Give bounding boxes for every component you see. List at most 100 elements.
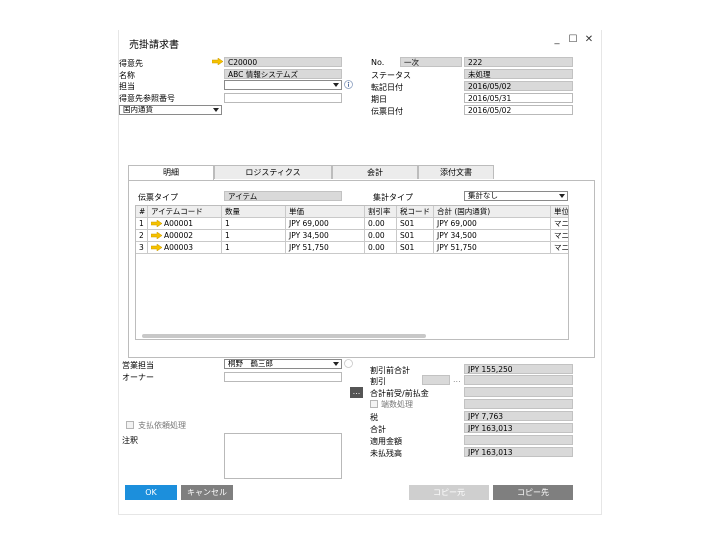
tab-attachments[interactable]: 添付文書 [418, 165, 494, 179]
down-payment-button[interactable]: ... [350, 387, 363, 398]
payment-request-checkbox[interactable] [126, 421, 134, 429]
discount-label: 割引 [370, 377, 386, 386]
discount-amount-field[interactable] [464, 375, 573, 385]
ref-label: 得意先参照番号 [119, 94, 175, 103]
contact-dropdown[interactable] [224, 80, 342, 90]
summary-type-value: 集計なし [468, 191, 498, 200]
minimize-icon[interactable]: _ [551, 34, 563, 45]
unit-price-cell[interactable]: JPY 69,000 [286, 218, 365, 230]
grid-header-uom[interactable]: 単位 [551, 206, 568, 218]
horizontal-scrollbar[interactable] [142, 334, 426, 338]
status-field[interactable]: 未処理 [464, 69, 573, 79]
chevron-down-icon [559, 194, 565, 198]
remarks-textarea[interactable] [224, 433, 342, 479]
item-code-text: A00002 [164, 231, 193, 240]
item-code-cell[interactable]: A00003 [148, 242, 222, 254]
tab-logistics[interactable]: ロジスティクス [214, 165, 332, 179]
items-grid: # アイテムコード 数量 単価 割引率 税コード 合計 (国内通貨) 単位 1 … [135, 205, 569, 340]
grid-header-total[interactable]: 合計 (国内通貨) [434, 206, 551, 218]
owner-field[interactable] [224, 372, 342, 382]
row-index[interactable]: 3 [136, 242, 148, 254]
doc-number-field[interactable]: 222 [464, 57, 573, 67]
name-field[interactable]: ABC 情報システムズ [224, 69, 342, 79]
ok-button[interactable]: OK [125, 485, 177, 500]
close-icon[interactable]: ✕ [583, 34, 595, 45]
unit-price-cell[interactable]: JPY 51,750 [286, 242, 365, 254]
ref-field[interactable] [224, 93, 342, 103]
grid-header-item-code[interactable]: アイテムコード [148, 206, 222, 218]
posting-date-field[interactable]: 2016/05/02 [464, 81, 573, 91]
currency-value: 国内通貨 [123, 105, 153, 114]
row-index[interactable]: 2 [136, 230, 148, 242]
item-code-cell[interactable]: A00001 [148, 218, 222, 230]
copy-to-button[interactable]: コピー先 [493, 485, 573, 500]
doc-date-label: 伝票日付 [371, 107, 403, 116]
chevron-down-icon [213, 108, 219, 112]
name-label: 名称 [119, 71, 135, 80]
link-arrow-icon[interactable] [151, 244, 162, 251]
total-before-discount-field[interactable]: JPY 155,250 [464, 364, 573, 374]
item-code-cell[interactable]: A00002 [148, 230, 222, 242]
due-date-label: 期日 [371, 95, 387, 104]
total-field[interactable]: JPY 163,013 [464, 423, 573, 433]
grid-header-tax-code[interactable]: 税コード [397, 206, 434, 218]
rounding-checkbox[interactable] [370, 400, 378, 408]
total-cell[interactable]: JPY 69,000 [434, 218, 551, 230]
cancel-button[interactable]: キャンセル [181, 485, 233, 500]
series-field[interactable]: 一次 [400, 57, 462, 67]
discount-percent-field[interactable] [422, 375, 450, 385]
tab-contents[interactable]: 明細 [128, 165, 214, 180]
total-label: 合計 [370, 425, 386, 434]
remarks-label: 注釈 [122, 436, 138, 445]
posting-date-label: 転記日付 [371, 83, 403, 92]
contact-label: 担当 [119, 82, 135, 91]
discount-cell[interactable]: 0.00 [365, 230, 397, 242]
chevron-down-icon [333, 83, 339, 87]
grid-header-quantity[interactable]: 数量 [222, 206, 286, 218]
applied-amount-field[interactable] [464, 435, 573, 445]
uom-cell[interactable]: マニ [551, 218, 568, 230]
info-icon[interactable] [344, 80, 353, 89]
discount-cell[interactable]: 0.00 [365, 242, 397, 254]
uom-cell[interactable]: マニ [551, 242, 568, 254]
owner-label: オーナー [122, 373, 154, 382]
rounding-field[interactable] [464, 399, 573, 409]
tab-bar: 明細 ロジスティクス 会計 添付文書 [128, 165, 595, 181]
doc-type-field[interactable]: アイテム [224, 191, 342, 201]
quantity-cell[interactable]: 1 [222, 218, 286, 230]
quantity-cell[interactable]: 1 [222, 242, 286, 254]
tax-code-cell[interactable]: S01 [397, 218, 434, 230]
currency-dropdown[interactable]: 国内通貨 [119, 105, 222, 115]
grid-header-index[interactable]: # [136, 206, 148, 218]
total-cell[interactable]: JPY 34,500 [434, 230, 551, 242]
grid-header-unit-price[interactable]: 単価 [286, 206, 365, 218]
sales-employee-dropdown[interactable]: 桐野 鶴三郎 [224, 359, 342, 369]
chevron-down-icon [333, 362, 339, 366]
grid-header-discount[interactable]: 割引率 [365, 206, 397, 218]
quantity-cell[interactable]: 1 [222, 230, 286, 242]
tab-accounting[interactable]: 会計 [332, 165, 418, 179]
info-icon[interactable] [344, 359, 353, 368]
down-payment-field[interactable] [464, 387, 573, 397]
row-index[interactable]: 1 [136, 218, 148, 230]
tax-field[interactable]: JPY 7,763 [464, 411, 573, 421]
maximize-icon[interactable]: ☐ [567, 34, 579, 45]
tax-code-cell[interactable]: S01 [397, 242, 434, 254]
summary-type-dropdown[interactable]: 集計なし [464, 191, 568, 201]
uom-cell[interactable]: マニ [551, 230, 568, 242]
discount-cell[interactable]: 0.00 [365, 218, 397, 230]
total-cell[interactable]: JPY 51,750 [434, 242, 551, 254]
due-date-field[interactable]: 2016/05/31 [464, 93, 573, 103]
link-arrow-icon[interactable] [151, 232, 162, 239]
link-arrow-icon[interactable] [151, 220, 162, 227]
copy-from-button[interactable]: コピー元 [409, 485, 489, 500]
no-label: No. [371, 58, 385, 67]
tax-code-cell[interactable]: S01 [397, 230, 434, 242]
invoice-window: 売掛請求書 _ ☐ ✕ 得意先 C20000 名称 ABC 情報システムズ 担当… [118, 30, 602, 515]
link-arrow-icon[interactable] [212, 58, 223, 65]
customer-field[interactable]: C20000 [224, 57, 342, 67]
window-title: 売掛請求書 [129, 40, 179, 51]
unit-price-cell[interactable]: JPY 34,500 [286, 230, 365, 242]
balance-due-field[interactable]: JPY 163,013 [464, 447, 573, 457]
doc-date-field[interactable]: 2016/05/02 [464, 105, 573, 115]
